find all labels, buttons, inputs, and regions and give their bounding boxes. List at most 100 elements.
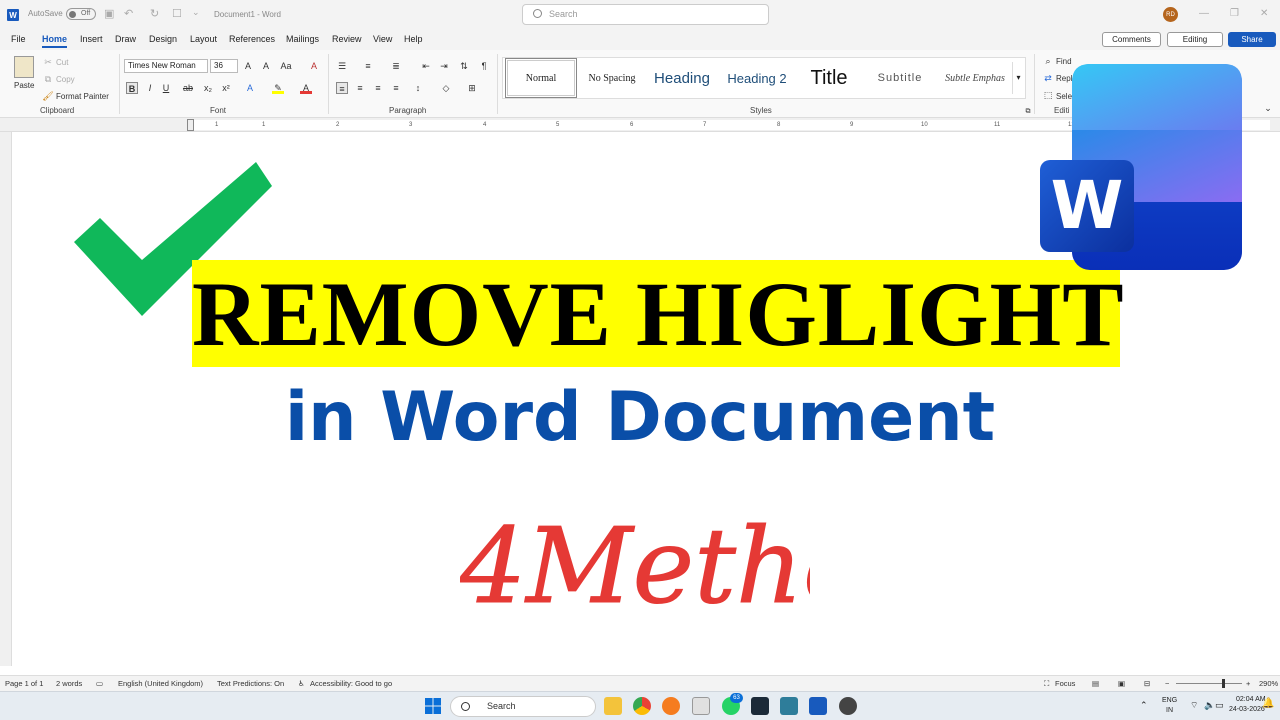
taskbar-search[interactable]: Search: [450, 696, 596, 717]
font-color-icon[interactable]: A: [300, 82, 312, 94]
document-title[interactable]: REMOVE HIGLIGHT: [192, 262, 1124, 366]
comments-button[interactable]: Comments: [1102, 32, 1161, 47]
clock-date[interactable]: 24-03-2026: [1229, 706, 1265, 713]
styles-launcher-icon[interactable]: ⧉: [1022, 106, 1034, 118]
search-box[interactable]: Search: [522, 4, 769, 25]
tab-design[interactable]: Design: [149, 34, 177, 44]
tab-insert[interactable]: Insert: [80, 34, 103, 44]
tray-chevron-icon[interactable]: ⌃: [1140, 700, 1148, 711]
wifi-icon[interactable]: ⌔: [1190, 700, 1198, 711]
zoom-slider-thumb[interactable]: [1222, 679, 1225, 688]
tab-view[interactable]: View: [373, 34, 392, 44]
print-layout-icon[interactable]: ▣: [1118, 679, 1125, 688]
font-family-select[interactable]: Times New Roman: [124, 59, 208, 73]
word-taskbar-icon[interactable]: [809, 697, 827, 715]
cut-button[interactable]: Cut: [56, 58, 68, 67]
focus-icon[interactable]: ⛶: [1044, 679, 1049, 689]
minimize-icon[interactable]: —: [1199, 8, 1209, 19]
battery-icon[interactable]: ▭: [1215, 700, 1224, 711]
user-avatar[interactable]: RD: [1163, 7, 1178, 22]
restore-icon[interactable]: ❐: [1230, 8, 1239, 19]
new-document-icon[interactable]: ☐: [172, 7, 182, 20]
terminal-icon[interactable]: [751, 697, 769, 715]
underline-icon[interactable]: U: [160, 82, 172, 94]
style-normal[interactable]: Normal: [505, 58, 577, 98]
tab-help[interactable]: Help: [404, 34, 423, 44]
subscript-icon[interactable]: x₂: [202, 82, 214, 94]
increase-indent-icon[interactable]: ⇥: [438, 60, 450, 72]
undo-icon[interactable]: ↶: [124, 7, 133, 20]
zoom-slider[interactable]: [1176, 683, 1242, 684]
strikethrough-icon[interactable]: ab: [182, 82, 194, 94]
justify-icon[interactable]: ≡: [390, 82, 402, 94]
clear-formatting-icon[interactable]: A: [308, 60, 320, 72]
snipping-tool-icon[interactable]: [692, 697, 710, 715]
bullets-icon[interactable]: ☰: [336, 60, 348, 72]
save-icon[interactable]: ▣: [104, 7, 114, 20]
zoom-level[interactable]: 290%: [1259, 679, 1278, 688]
media-player-icon[interactable]: [839, 697, 857, 715]
word-count[interactable]: 2 words: [56, 679, 82, 688]
proofing-icon[interactable]: ▭: [96, 679, 103, 688]
style-no-spacing[interactable]: No Spacing: [581, 58, 643, 98]
change-case-icon[interactable]: Aa: [280, 60, 292, 72]
tab-mailings[interactable]: Mailings: [286, 34, 319, 44]
collapse-ribbon-icon[interactable]: ⌄: [1262, 102, 1274, 114]
document-subtitle[interactable]: in Word Document: [200, 378, 1080, 458]
paste-button[interactable]: Paste: [14, 81, 34, 90]
redo-icon[interactable]: ↻: [150, 7, 159, 20]
cut-icon[interactable]: ✂: [42, 56, 54, 68]
tab-home[interactable]: Home: [42, 34, 68, 48]
tab-file[interactable]: File: [11, 34, 26, 44]
multilevel-list-icon[interactable]: ≣: [390, 60, 402, 72]
align-left-icon[interactable]: ≡: [336, 82, 348, 94]
file-explorer-icon[interactable]: [604, 697, 622, 715]
style-heading[interactable]: Heading: [648, 58, 716, 98]
shrink-font-icon[interactable]: A: [260, 60, 272, 72]
format-painter-icon[interactable]: 🖌: [42, 90, 54, 102]
language-status[interactable]: English (United Kingdom): [118, 679, 203, 688]
italic-icon[interactable]: I: [144, 82, 156, 94]
windows-start-icon[interactable]: [425, 698, 441, 714]
indent-marker[interactable]: [187, 119, 194, 131]
accessibility-status[interactable]: Accessibility: Good to go: [310, 679, 392, 688]
language-line-1[interactable]: ENG: [1162, 697, 1177, 704]
format-painter-button[interactable]: Format Painter: [56, 92, 109, 101]
bold-icon[interactable]: B: [126, 82, 138, 94]
page-count[interactable]: Page 1 of 1: [5, 679, 43, 688]
paste-icon[interactable]: [14, 56, 34, 78]
text-predictions-status[interactable]: Text Predictions: On: [217, 679, 284, 688]
align-right-icon[interactable]: ≡: [372, 82, 384, 94]
copy-button[interactable]: Copy: [56, 75, 75, 84]
copy-icon[interactable]: ⧉: [42, 73, 54, 85]
firefox-icon[interactable]: [662, 697, 680, 715]
sort-icon[interactable]: ⇅: [458, 60, 470, 72]
customize-toolbar-icon[interactable]: ⌄: [192, 7, 200, 18]
line-spacing-icon[interactable]: ↕: [412, 82, 424, 94]
tab-references[interactable]: References: [229, 34, 275, 44]
autosave-toggle[interactable]: Off: [66, 8, 96, 20]
numbering-icon[interactable]: ≡: [362, 60, 374, 72]
focus-button[interactable]: Focus: [1055, 679, 1075, 688]
style-title[interactable]: Title: [798, 58, 860, 98]
align-center-icon[interactable]: ≡: [354, 82, 366, 94]
tab-layout[interactable]: Layout: [190, 34, 217, 44]
grow-font-icon[interactable]: A: [242, 60, 254, 72]
superscript-icon[interactable]: x²: [220, 82, 232, 94]
text-effects-icon[interactable]: A: [244, 82, 256, 94]
font-size-select[interactable]: 36: [210, 59, 238, 73]
style-heading-2[interactable]: Heading 2: [721, 58, 793, 98]
close-icon[interactable]: ✕: [1260, 8, 1268, 19]
zoom-in-icon[interactable]: +: [1246, 679, 1250, 688]
editing-mode-button[interactable]: Editing: [1167, 32, 1223, 47]
borders-icon[interactable]: ⊞: [466, 82, 478, 94]
script-heading[interactable]: 4Methods: [460, 462, 810, 652]
share-button[interactable]: Share: [1228, 32, 1276, 47]
show-formatting-icon[interactable]: ¶: [478, 60, 490, 72]
notepad-icon[interactable]: [780, 697, 798, 715]
tab-review[interactable]: Review: [332, 34, 362, 44]
notifications-icon[interactable]: 🔔: [1262, 698, 1274, 709]
highlight-color-icon[interactable]: ✎: [272, 82, 284, 94]
decrease-indent-icon[interactable]: ⇤: [420, 60, 432, 72]
zoom-out-icon[interactable]: −: [1165, 679, 1169, 688]
